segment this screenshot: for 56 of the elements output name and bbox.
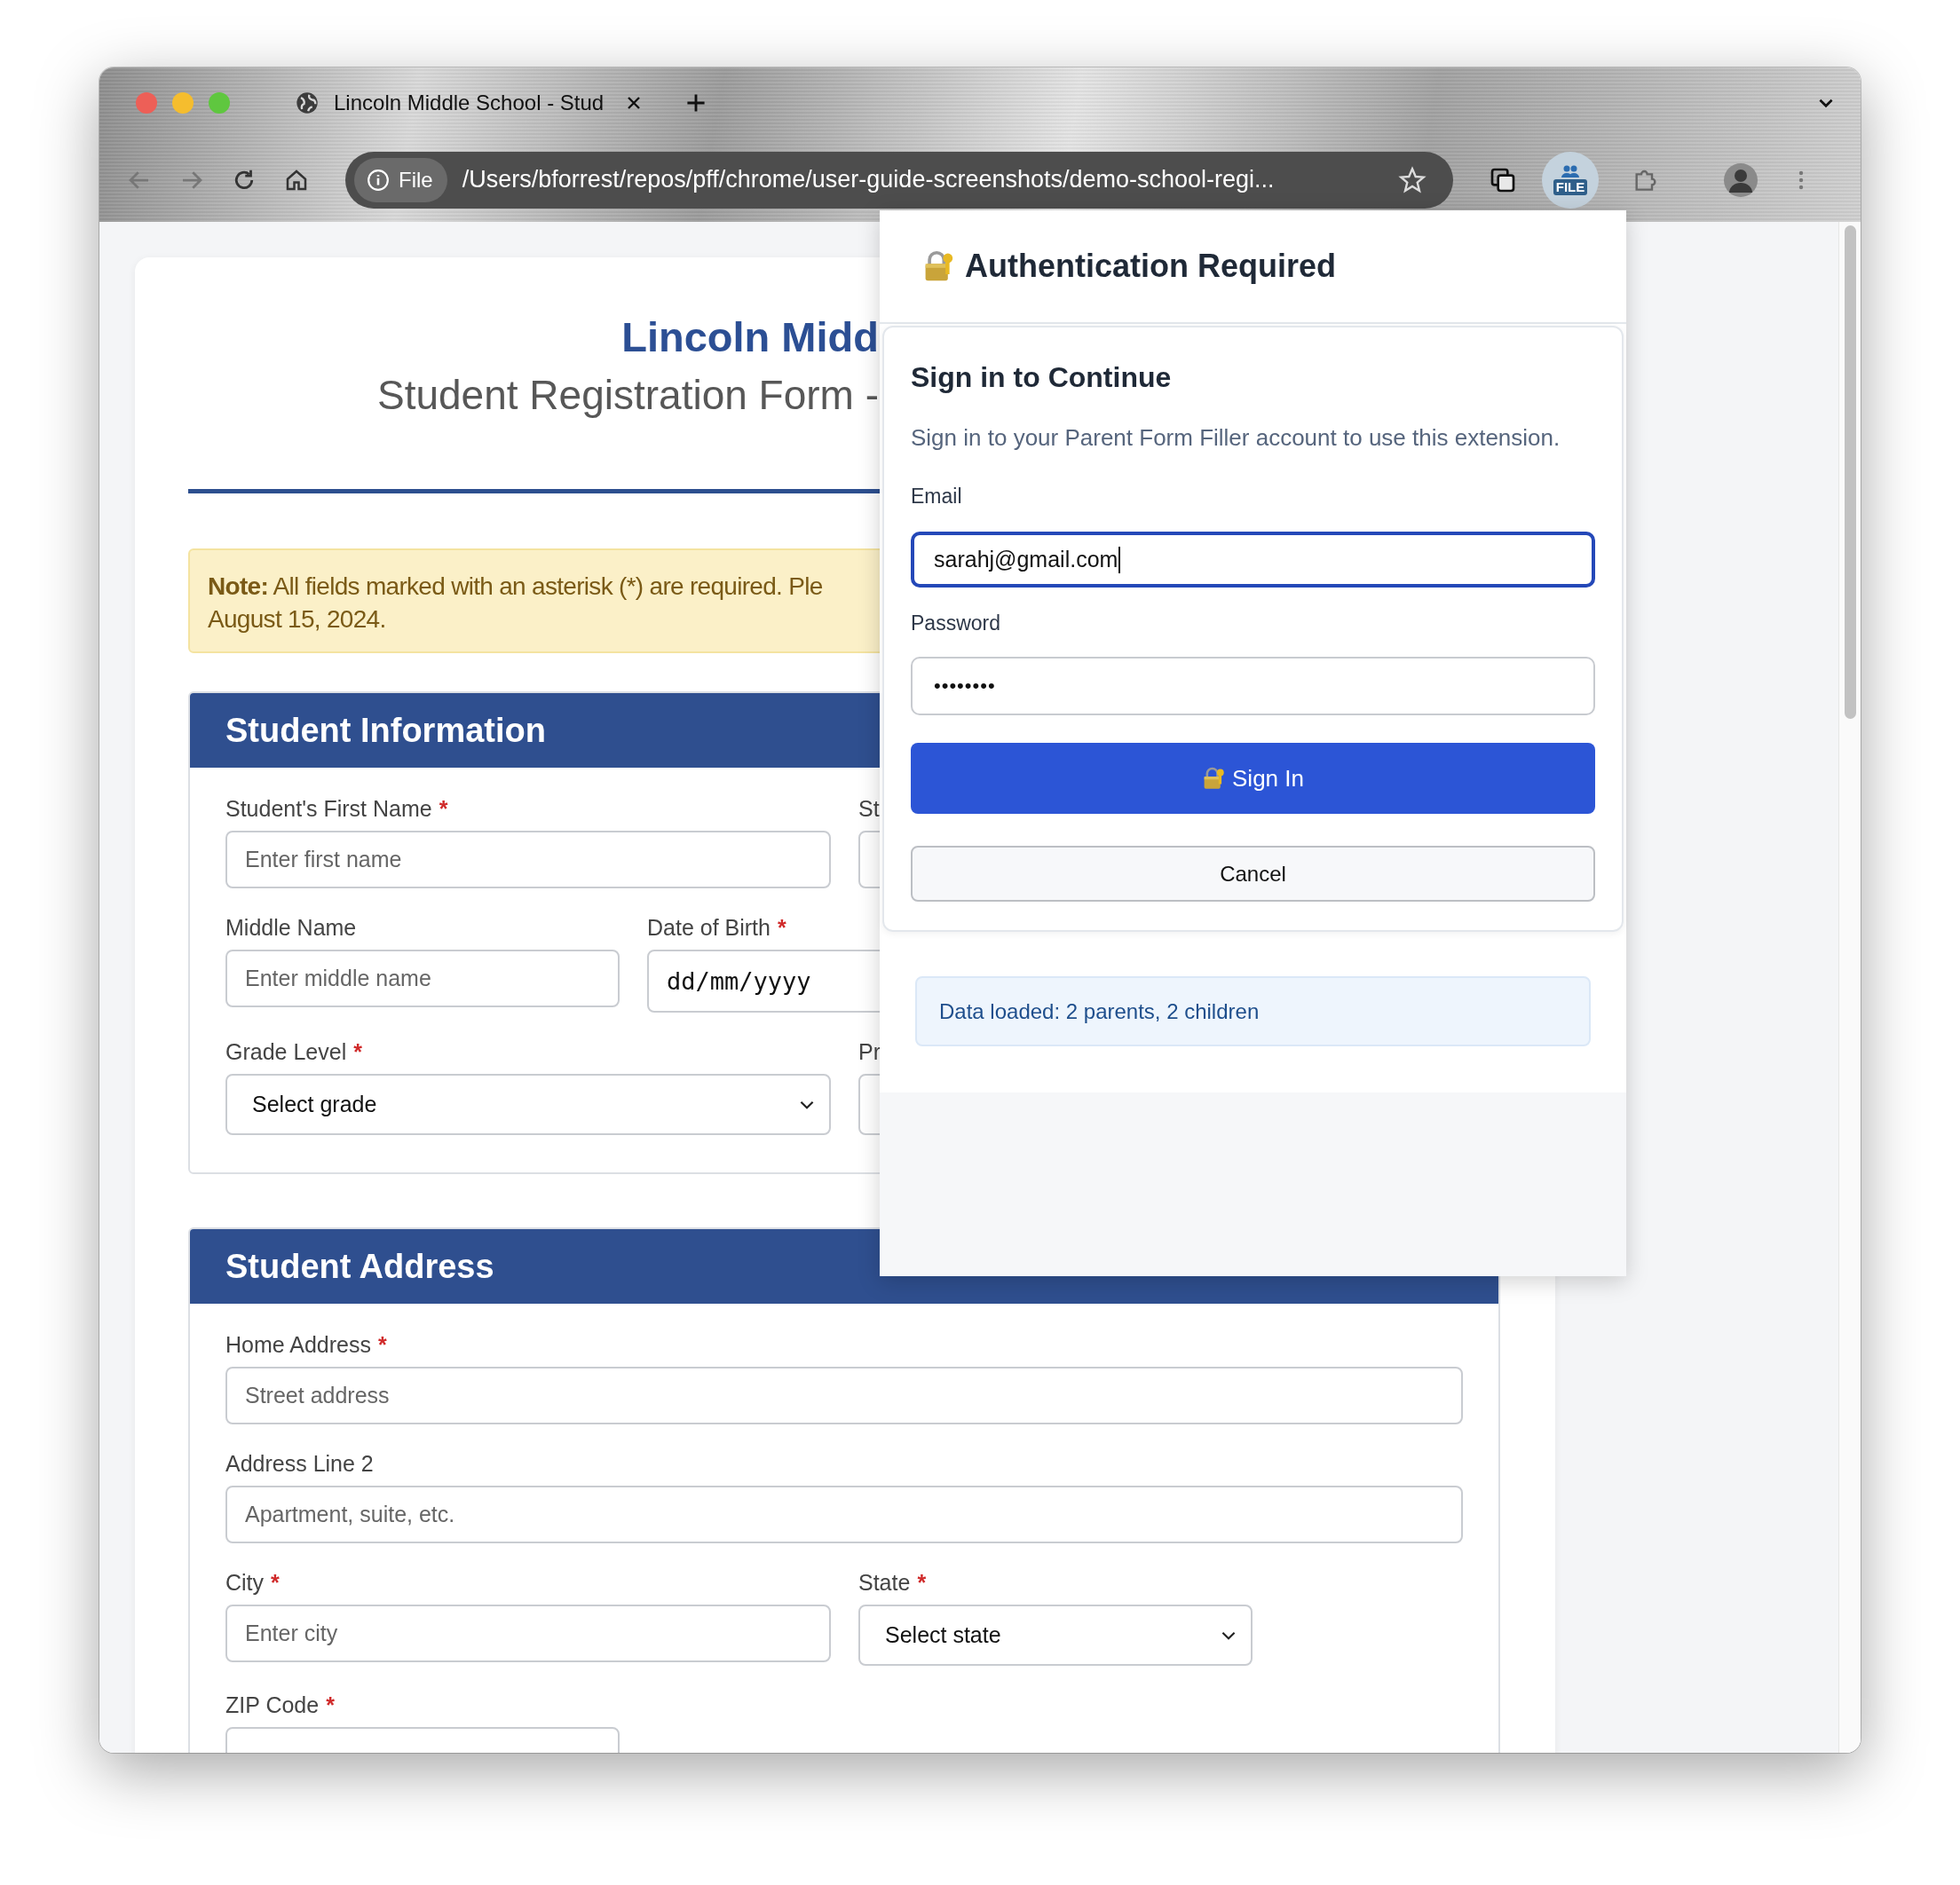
required-mark: * <box>271 1569 280 1597</box>
field-label: Password <box>911 611 1001 636</box>
browser-tab[interactable]: Lincoln Middle School - Stud <box>295 80 605 125</box>
select-dropdown[interactable]: Select state <box>858 1605 1253 1666</box>
field-label: Email <box>911 484 963 509</box>
select-dropdown[interactable]: Select grade <box>225 1074 831 1135</box>
required-mark: * <box>917 1569 927 1597</box>
people-icon <box>1560 164 1581 178</box>
section-title: Student Information <box>225 711 546 750</box>
note-text: August 15, 2024. <box>208 604 386 635</box>
lock-key-icon <box>1202 767 1225 790</box>
file-chip[interactable]: File <box>354 157 447 202</box>
scrollbar-thumb[interactable] <box>1845 225 1856 719</box>
text-field[interactable]: Street address <box>225 1367 1463 1424</box>
cancel-button[interactable]: Cancel <box>911 846 1595 902</box>
sign-in-description: Sign in to your Parent Form Filler account to use this extension. <box>911 423 1561 452</box>
text-field[interactable]: Enter middle name <box>225 950 620 1007</box>
sign-in-button[interactable]: Sign In <box>911 743 1595 814</box>
file-label: File <box>399 167 433 193</box>
url-text: /Users/bforrest/repos/pff/chrome/user-guide-screenshots/demo-school-regi... <box>462 166 1275 193</box>
required-mark: * <box>439 795 448 823</box>
required-mark: * <box>326 1692 335 1719</box>
sign-in-heading: Sign in to Continue <box>911 360 1173 395</box>
field-label: Grade Level <box>225 1038 347 1066</box>
email-field[interactable]: sarahj@gmail.com <box>911 532 1595 588</box>
info-icon <box>367 168 390 192</box>
text-field[interactable]: Enter first name <box>225 831 831 888</box>
field-label: ZIP Code <box>225 1692 320 1719</box>
avatar-icon[interactable] <box>1723 162 1758 198</box>
note-text: Note: All fields marked with an asterisk (*) are required. Ple <box>208 572 823 602</box>
status-message: Data loaded: 2 parents, 2 children <box>915 976 1591 1046</box>
popup-title: Authentication Required <box>965 248 1336 285</box>
minimize-window-button[interactable] <box>172 91 194 114</box>
text-field[interactable]: Apartment, suite, etc. <box>225 1486 1463 1543</box>
field-label: Date of Birth <box>647 914 771 942</box>
section-title: Student Address <box>225 1247 494 1286</box>
field-label: City <box>225 1569 265 1597</box>
text-field[interactable]: Enter city <box>225 1605 831 1662</box>
extension-button[interactable]: FILE <box>1542 151 1599 209</box>
school-title: Lincoln Midd <box>620 312 879 362</box>
field-label: Middle Name <box>225 914 357 942</box>
address-bar[interactable]: File /Users/bforrest/repos/pff/chrome/user-guide-screenshots/demo-school-regi... <box>345 151 1453 209</box>
new-tab-icon[interactable] <box>685 91 707 114</box>
required-mark: * <box>777 914 786 942</box>
field-label: Pr <box>858 1038 881 1066</box>
password-field[interactable]: •••••••• <box>911 657 1595 715</box>
globe-icon <box>295 90 320 115</box>
field-label: Home Address <box>225 1331 371 1359</box>
field-label: Student's First Name <box>225 795 432 823</box>
required-mark: * <box>377 1331 387 1359</box>
field-label: State <box>858 1569 911 1597</box>
star-icon[interactable] <box>1398 165 1427 194</box>
field-label: Address Line 2 <box>225 1450 374 1478</box>
form-subtitle: Student Registration Form - <box>376 372 879 418</box>
field-label: St <box>858 795 880 823</box>
required-mark: * <box>353 1038 362 1066</box>
